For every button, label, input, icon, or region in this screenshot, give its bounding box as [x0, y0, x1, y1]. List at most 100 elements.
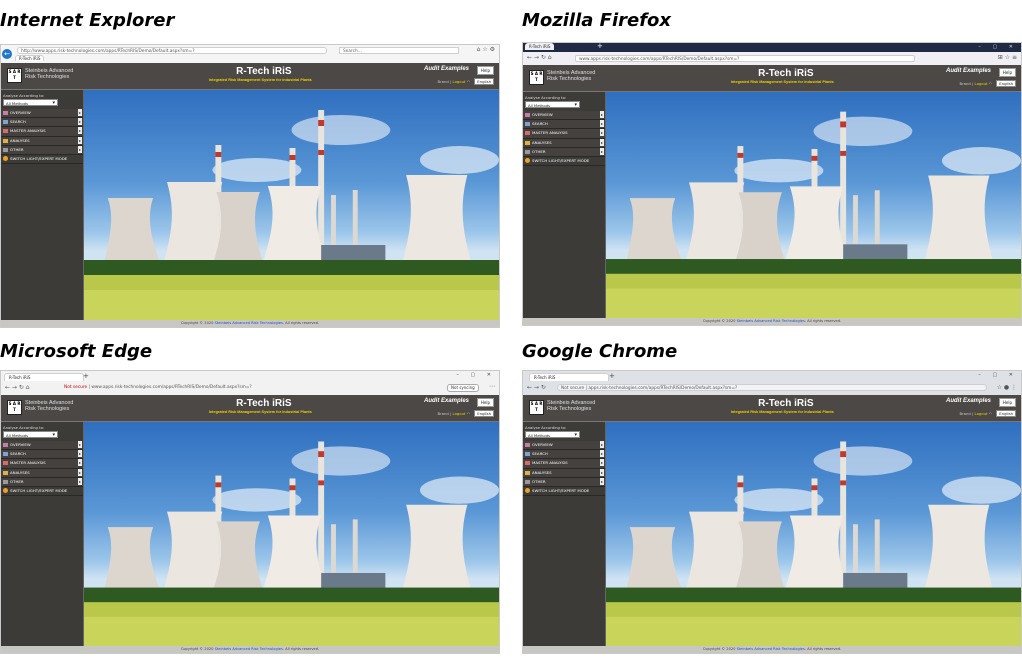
- method-select[interactable]: All Methods: [525, 101, 580, 109]
- nav-buttons[interactable]: ← → ↻ ⌂: [5, 385, 30, 391]
- help-button[interactable]: Help: [476, 398, 494, 407]
- menu-item-search[interactable]: SEARCH ▸: [523, 120, 605, 130]
- tab-r-tech-iris[interactable]: R-Tech iRiS: [4, 373, 84, 381]
- logout-link[interactable]: Logout: [453, 79, 466, 84]
- method-select[interactable]: All Methods: [525, 431, 580, 439]
- menu-item-other[interactable]: OTHER ▸: [1, 477, 83, 487]
- expand-arrow-icon[interactable]: ▸: [600, 120, 604, 128]
- window-controls[interactable]: – ▢ ✕: [978, 44, 1018, 50]
- menu-item-search[interactable]: SEARCH ▸: [1, 118, 83, 128]
- switch-mode-button[interactable]: SWITCH LIGHT/EXPERT MODE: [523, 486, 605, 497]
- address-bar[interactable]: www.apps.risk-technologies.com/apps/RTec…: [575, 55, 915, 62]
- help-button[interactable]: Help: [998, 398, 1016, 407]
- menu-item-other[interactable]: OTHER ▸: [1, 145, 83, 155]
- mode-icon: [525, 488, 530, 494]
- expand-arrow-icon[interactable]: ▸: [78, 459, 82, 467]
- expand-arrow-icon[interactable]: ▸: [78, 468, 82, 476]
- power-plant-image: [606, 422, 1021, 646]
- audit-examples-link[interactable]: Audit Examples: [946, 398, 991, 404]
- menu-item-overview[interactable]: OVERVIEW ▸: [523, 441, 605, 451]
- sidebar: Analyse According to: All Methods OVERVI…: [1, 422, 84, 646]
- footer-company-link[interactable]: Steinbeis Advanced Risk Technologies: [737, 319, 805, 323]
- help-button[interactable]: Help: [998, 68, 1016, 77]
- expand-arrow-icon[interactable]: ▸: [600, 477, 604, 485]
- language-select[interactable]: English: [474, 410, 494, 417]
- switch-mode-button[interactable]: SWITCH LIGHT/EXPERT MODE: [523, 156, 605, 167]
- tab-r-tech-iris[interactable]: R-Tech iRiS: [15, 55, 45, 61]
- language-select[interactable]: English: [474, 78, 494, 85]
- tab-r-tech-iris[interactable]: R-Tech iRiS: [529, 373, 609, 381]
- logout-link[interactable]: Logout: [453, 411, 466, 416]
- app-title: R-Tech iRiS: [758, 398, 814, 409]
- window-controls[interactable]: – ▢ ✕: [978, 372, 1018, 378]
- menu-item-master-analysis[interactable]: MASTER ANALYSIS ▸: [1, 459, 83, 469]
- menu-item-search[interactable]: SEARCH ▸: [523, 450, 605, 460]
- new-tab-icon[interactable]: +: [83, 372, 89, 380]
- toolbar-icons[interactable]: ⌂ ☆ ⚙: [477, 47, 495, 53]
- menu-item-other[interactable]: OTHER ▸: [523, 477, 605, 487]
- more-icon[interactable]: ⋯: [489, 384, 495, 390]
- expand-arrow-icon[interactable]: ▸: [600, 111, 604, 118]
- address-bar[interactable]: Not secure | www.apps.risk-technologies.…: [61, 384, 413, 391]
- menu-item-master-analysis[interactable]: MASTER ANALYSIS ▸: [1, 127, 83, 137]
- menu-item-master-analysis[interactable]: MASTER ANALYSIS ▸: [523, 459, 605, 469]
- expand-arrow-icon[interactable]: ▸: [78, 145, 82, 153]
- expand-arrow-icon[interactable]: ▸: [600, 441, 604, 448]
- address-bar[interactable]: Not secure | apps.risk-technologies.com/…: [557, 384, 987, 391]
- language-select[interactable]: English: [996, 410, 1016, 417]
- expand-arrow-icon[interactable]: ▸: [600, 138, 604, 146]
- nav-buttons[interactable]: ← → ↻ ⌂: [527, 55, 552, 61]
- audit-examples-link[interactable]: Audit Examples: [946, 68, 991, 74]
- menu-item-analyses[interactable]: ANALYSES ▸: [1, 468, 83, 478]
- audit-examples-link[interactable]: Audit Examples: [424, 66, 469, 72]
- expand-arrow-icon[interactable]: ▸: [600, 129, 604, 137]
- search-input[interactable]: Search...: [339, 47, 459, 54]
- footer-company-link[interactable]: Steinbeis Advanced Risk Technologies: [215, 647, 283, 651]
- toolbar-icons[interactable]: ☆ ● ⋮: [997, 385, 1017, 391]
- expand-arrow-icon[interactable]: ▸: [600, 468, 604, 476]
- menu-label: MASTER ANALYSIS: [10, 128, 46, 134]
- menu-item-analyses[interactable]: ANALYSES ▸: [523, 468, 605, 478]
- app-subtitle: Integrated Risk Management System for In…: [208, 410, 312, 414]
- expand-arrow-icon[interactable]: ▸: [78, 477, 82, 485]
- new-tab-icon[interactable]: +: [597, 43, 603, 50]
- method-select[interactable]: All Methods: [3, 99, 58, 107]
- menu-item-overview[interactable]: OVERVIEW ▸: [1, 109, 83, 119]
- help-button[interactable]: Help: [476, 66, 494, 75]
- expand-arrow-icon[interactable]: ▸: [78, 441, 82, 448]
- audit-examples-link[interactable]: Audit Examples: [424, 398, 469, 404]
- switch-mode-button[interactable]: SWITCH LIGHT/EXPERT MODE: [1, 154, 83, 165]
- menu-item-master-analysis[interactable]: MASTER ANALYSIS ▸: [523, 129, 605, 139]
- expand-arrow-icon[interactable]: ▸: [600, 459, 604, 467]
- language-select[interactable]: English: [996, 80, 1016, 87]
- expand-arrow-icon[interactable]: ▸: [600, 450, 604, 458]
- switch-mode-button[interactable]: SWITCH LIGHT/EXPERT MODE: [1, 486, 83, 497]
- menu-item-analyses[interactable]: ANALYSES ▸: [1, 136, 83, 146]
- menu-item-analyses[interactable]: ANALYSES ▸: [523, 138, 605, 148]
- footer-company-link[interactable]: Steinbeis Advanced Risk Technologies: [215, 321, 283, 325]
- menu-item-overview[interactable]: OVERVIEW ▸: [1, 441, 83, 451]
- expand-arrow-icon[interactable]: ▸: [78, 450, 82, 458]
- window-controls[interactable]: – ▢ ✕: [456, 372, 496, 378]
- menu-item-overview[interactable]: OVERVIEW ▸: [523, 111, 605, 121]
- toolbar-icons[interactable]: ⊞ ☆ ≡: [998, 55, 1017, 61]
- footer-company-link[interactable]: Steinbeis Advanced Risk Technologies: [737, 647, 805, 651]
- address-bar[interactable]: http://www.apps.risk-technologies.com/ap…: [17, 47, 327, 54]
- tab-r-tech-iris[interactable]: R-Tech iRiS: [525, 43, 555, 50]
- logout-link[interactable]: Logout: [975, 81, 988, 86]
- expand-arrow-icon[interactable]: ▸: [600, 147, 604, 155]
- expand-arrow-icon[interactable]: ▸: [78, 118, 82, 126]
- new-tab-icon[interactable]: +: [609, 372, 615, 380]
- menu-item-other[interactable]: OTHER ▸: [523, 147, 605, 157]
- expand-arrow-icon[interactable]: ▸: [78, 136, 82, 144]
- method-select[interactable]: All Methods: [3, 431, 58, 439]
- expand-arrow-icon[interactable]: ▸: [78, 127, 82, 135]
- expand-arrow-icon[interactable]: ▸: [78, 109, 82, 116]
- back-arrow-icon[interactable]: ←: [2, 49, 12, 59]
- menu-item-search[interactable]: SEARCH ▸: [1, 450, 83, 460]
- sync-button[interactable]: Not syncing: [447, 384, 479, 392]
- copyright-text: Copyright © 2020: [702, 647, 736, 651]
- company-line-2: Risk Technologies: [25, 406, 70, 412]
- nav-buttons[interactable]: ← → ↻: [527, 385, 546, 391]
- logout-link[interactable]: Logout: [975, 411, 988, 416]
